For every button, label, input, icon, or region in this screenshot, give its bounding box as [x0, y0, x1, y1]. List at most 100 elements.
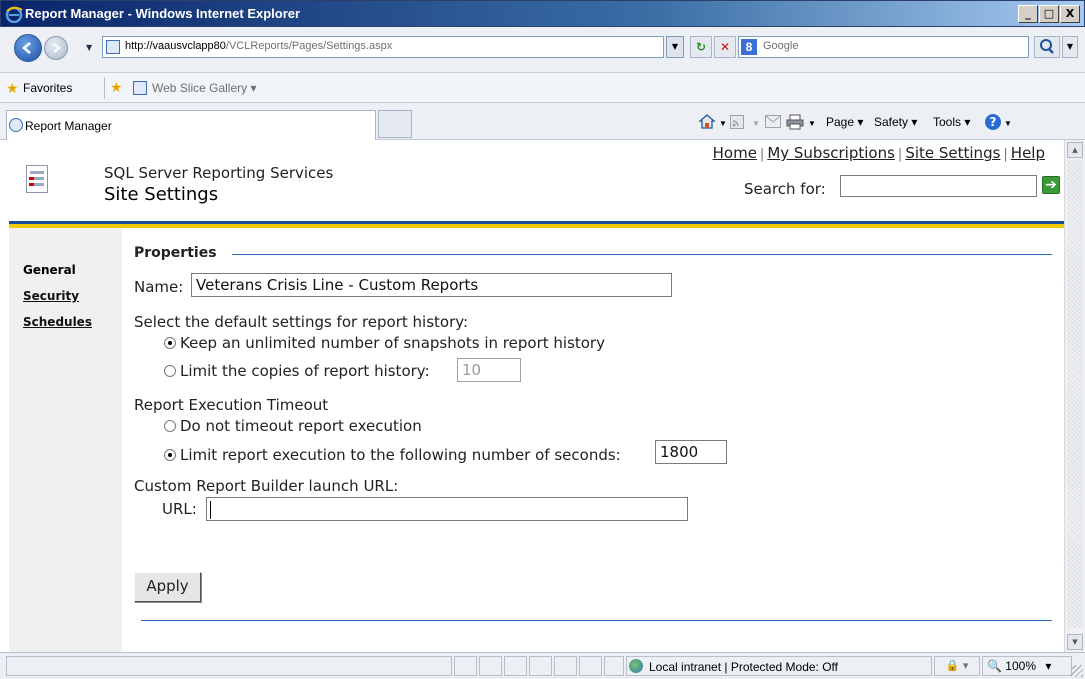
- search-box[interactable]: 8 Google: [738, 36, 1029, 58]
- forward-button[interactable]: [44, 36, 68, 60]
- search-button[interactable]: [1034, 36, 1060, 58]
- builder-heading: Custom Report Builder launch URL:: [134, 477, 399, 495]
- favorites-star-icon[interactable]: ★: [6, 81, 19, 97]
- history-unlimited-label: Keep an unlimited number of snapshots in…: [180, 334, 605, 352]
- page-menu[interactable]: Page ▾: [826, 115, 863, 129]
- favorites-button[interactable]: Favorites: [23, 81, 72, 95]
- print-dropdown-icon[interactable]: ▼: [808, 119, 816, 128]
- svg-text:?: ?: [990, 115, 997, 129]
- status-cell: [554, 656, 577, 676]
- history-limit-label: Limit the copies of report history:: [180, 362, 430, 380]
- url-host: http://vaausvclapp80: [125, 40, 226, 52]
- name-label: Name:: [134, 278, 184, 296]
- section-divider: [232, 254, 1052, 255]
- site-settings-icon: [26, 165, 48, 193]
- product-title: SQL Server Reporting Services: [104, 164, 334, 182]
- resize-grip-icon[interactable]: [1071, 665, 1083, 677]
- print-icon[interactable]: [786, 114, 804, 130]
- sidebar-item-schedules[interactable]: Schedules: [23, 315, 92, 329]
- magnifier-icon: [1040, 39, 1054, 54]
- search-input[interactable]: [840, 175, 1037, 197]
- scroll-down-arrow-icon[interactable]: ▼: [1067, 634, 1083, 650]
- minimize-button[interactable]: _: [1018, 5, 1038, 23]
- window-title: Report Manager - Windows Internet Explor…: [25, 6, 301, 21]
- home-dropdown-icon[interactable]: ▼: [719, 119, 727, 128]
- zoom-control[interactable]: 🔍 100% ▾: [982, 656, 1072, 676]
- ie-page-icon: [9, 118, 23, 132]
- zoom-dropdown-icon: ▾: [1045, 659, 1052, 673]
- address-field[interactable]: http://vaausvclapp80/VCLReports/Pages/Se…: [102, 36, 664, 58]
- tools-menu[interactable]: Tools ▾: [933, 115, 970, 129]
- tab-label: Report Manager: [25, 119, 112, 133]
- page-title: Site Settings: [104, 184, 219, 205]
- history-dropdown-icon[interactable]: ▼: [86, 43, 92, 52]
- protected-mode-button[interactable]: 🔒 ▾: [934, 656, 980, 676]
- sidebar-item-security[interactable]: Security: [23, 289, 79, 303]
- status-cell: [529, 656, 552, 676]
- back-arrow-icon: [22, 42, 31, 54]
- search-options-dropdown[interactable]: ▼: [1062, 36, 1078, 58]
- zoom-icon: 🔍: [987, 659, 1002, 673]
- link-separator: |: [1003, 147, 1008, 162]
- top-navigation: Home | My Subscriptions | Site Settings | Help: [713, 144, 1045, 162]
- url-input[interactable]: [206, 497, 688, 521]
- web-slice-icon: [133, 81, 147, 95]
- status-cell: [504, 656, 527, 676]
- mail-icon[interactable]: [765, 115, 781, 128]
- tab-command-bar: Report Manager ▼ ▼ ▼ Page ▾ Safety ▾ Too…: [0, 103, 1085, 140]
- scroll-up-arrow-icon[interactable]: ▲: [1067, 142, 1083, 158]
- ie-logo-icon: [5, 6, 23, 23]
- home-icon[interactable]: [698, 113, 716, 129]
- add-favorite-icon[interactable]: ★: [110, 80, 123, 96]
- safety-menu[interactable]: Safety ▾: [874, 115, 917, 129]
- maximize-button[interactable]: □: [1039, 5, 1059, 23]
- home-link[interactable]: Home: [713, 144, 757, 162]
- web-slice-gallery-link[interactable]: Web Slice Gallery ▾: [152, 81, 257, 95]
- close-button[interactable]: X: [1060, 5, 1080, 23]
- history-limit-input[interactable]: 10: [457, 358, 521, 382]
- status-cell: [579, 656, 602, 676]
- feeds-icon[interactable]: [730, 115, 744, 129]
- history-limit-radio[interactable]: [164, 365, 176, 377]
- my-subscriptions-link[interactable]: My Subscriptions: [767, 144, 895, 162]
- text-caret: [210, 501, 211, 519]
- refresh-button[interactable]: ↻: [690, 36, 712, 58]
- window-title-bar[interactable]: Report Manager - Windows Internet Explor…: [0, 0, 1085, 27]
- history-unlimited-radio[interactable]: [164, 337, 176, 349]
- history-heading: Select the default settings for report h…: [134, 313, 469, 331]
- link-separator: |: [759, 147, 765, 162]
- favorites-separator: [104, 77, 105, 99]
- timeout-limit-radio[interactable]: [164, 449, 176, 461]
- sidebar-item-general[interactable]: General: [23, 263, 76, 277]
- settings-sidebar: General Security Schedules: [9, 228, 122, 652]
- url-path: /VCLReports/Pages/Settings.aspx: [225, 40, 393, 52]
- scroll-thumb[interactable]: [1067, 160, 1083, 628]
- apply-button[interactable]: Apply: [134, 572, 201, 602]
- address-dropdown-button[interactable]: ▼: [666, 36, 684, 58]
- security-zone[interactable]: Local intranet | Protected Mode: Off: [626, 656, 932, 676]
- search-provider-label: Google: [763, 40, 799, 52]
- search-go-arrow-icon[interactable]: ➔: [1042, 176, 1060, 194]
- link-separator: |: [897, 147, 903, 162]
- name-input[interactable]: Veterans Crisis Line - Custom Reports: [191, 273, 672, 297]
- timeout-seconds-input[interactable]: 1800: [655, 440, 727, 464]
- timeout-none-label: Do not timeout report execution: [180, 417, 422, 435]
- timeout-none-radio[interactable]: [164, 420, 176, 432]
- url-label: URL:: [162, 500, 197, 518]
- site-settings-link[interactable]: Site Settings: [905, 144, 1000, 162]
- timeout-heading: Report Execution Timeout: [134, 396, 329, 414]
- status-cell: [479, 656, 502, 676]
- new-tab-button[interactable]: [378, 110, 412, 138]
- back-button[interactable]: [14, 34, 42, 62]
- feeds-dropdown-icon[interactable]: ▼: [752, 119, 760, 128]
- tab-report-manager[interactable]: Report Manager: [6, 110, 376, 140]
- page-scrollbar[interactable]: ▲ ▼: [1064, 140, 1085, 652]
- help-dropdown-icon[interactable]: ▼: [1004, 119, 1012, 128]
- intranet-globe-icon: [629, 659, 643, 673]
- window-controls: _ □ X: [1018, 5, 1080, 23]
- zoom-level: 100%: [1005, 659, 1036, 673]
- help-icon[interactable]: ?: [984, 113, 1002, 131]
- google-search-icon: 8: [741, 39, 757, 55]
- help-link[interactable]: Help: [1011, 144, 1045, 162]
- stop-button[interactable]: ✕: [714, 36, 736, 58]
